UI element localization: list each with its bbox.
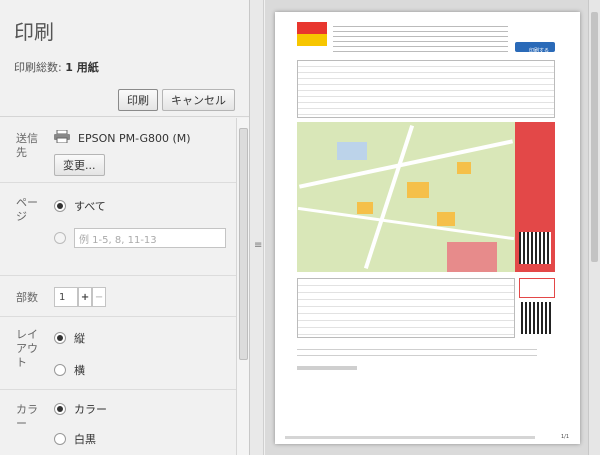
change-destination-button[interactable]: 変更... [54, 154, 105, 176]
preview-page-number: 1/1 [561, 434, 570, 440]
print-preview: 印刷する 1/1 [265, 0, 600, 455]
store-info-table [297, 278, 515, 338]
page-title: 印刷 [14, 20, 54, 44]
layout-label: レイアウト [16, 328, 38, 369]
printer-icon [54, 129, 70, 144]
settings-scrollbar[interactable] [236, 118, 249, 455]
landscape-label: 横 [74, 364, 85, 377]
copies-plus-button[interactable]: + [78, 287, 92, 307]
preview-mobile-box [519, 278, 555, 298]
copies-input[interactable]: 1 [54, 287, 78, 307]
copies-minus-button[interactable]: − [92, 287, 106, 307]
action-buttons: 印刷 キャンセル [118, 89, 235, 111]
hotpepper-logo-accent [297, 34, 327, 46]
pages-range-radio[interactable] [54, 232, 66, 244]
panel-splitter[interactable]: ≡ [250, 0, 264, 455]
color-label: カラー [16, 403, 38, 430]
print-button[interactable]: 印刷 [118, 89, 158, 111]
color-option-label: カラー [74, 403, 107, 416]
copies-label: 部数 [16, 291, 38, 304]
preview-print-link: 印刷する [515, 42, 555, 54]
preview-qr-code [519, 232, 551, 264]
pages-all-label: すべて [74, 200, 106, 213]
bw-option[interactable]: 白黒 [54, 431, 96, 447]
layout-section: レイアウト 縦 横 [0, 318, 236, 390]
preview-map [297, 122, 515, 272]
color-radio[interactable] [54, 403, 66, 415]
coupon-header-text [333, 22, 508, 52]
settings-scroll-area: 送信先 EPSON PM-G800 (M) 変更... ページ すべて 例 1-… [0, 118, 236, 455]
color-option[interactable]: カラー [54, 401, 107, 417]
pages-label: ページ [16, 196, 38, 223]
total-value: 1 用紙 [65, 61, 99, 74]
destination-section: 送信先 EPSON PM-G800 (M) 変更... [0, 118, 236, 183]
copies-stepper: 1 + − [54, 287, 106, 307]
pages-range-option[interactable]: 例 1-5, 8, 11-13 [54, 228, 226, 248]
copies-section: 部数 1 + − [0, 277, 236, 317]
color-section: カラー カラー 白黒 [0, 391, 236, 455]
destination-label: 送信先 [16, 132, 38, 159]
preview-email-line [297, 366, 357, 370]
bw-option-label: 白黒 [74, 433, 96, 446]
preview-footnote [297, 344, 537, 360]
preview-scrollbar-thumb[interactable] [591, 12, 598, 262]
pages-section: ページ すべて 例 1-5, 8, 11-13 [0, 184, 236, 276]
splitter-grip-icon: ≡ [254, 240, 263, 251]
pages-all-option[interactable]: すべて [54, 198, 106, 214]
total-label: 印刷総数: [14, 61, 62, 74]
page-range-input[interactable]: 例 1-5, 8, 11-13 [74, 228, 226, 248]
preview-url-footer [285, 436, 535, 439]
portrait-radio[interactable] [54, 332, 66, 344]
preview-qr-code-2 [521, 302, 553, 334]
coupon-table [297, 60, 555, 118]
landscape-radio[interactable] [54, 364, 66, 376]
settings-scrollbar-thumb[interactable] [239, 128, 248, 360]
portrait-label: 縦 [74, 332, 85, 345]
bw-radio[interactable] [54, 433, 66, 445]
cancel-button[interactable]: キャンセル [162, 89, 235, 111]
preview-page: 印刷する 1/1 [275, 12, 580, 444]
total-sheets: 印刷総数: 1 用紙 [14, 59, 235, 75]
print-settings-panel: 印刷 印刷総数: 1 用紙 印刷 キャンセル 送信先 EPSON PM-G800… [0, 0, 250, 455]
printer-name: EPSON PM-G800 (M) [78, 132, 191, 145]
portrait-option[interactable]: 縦 [54, 330, 85, 346]
preview-scrollbar[interactable] [588, 0, 600, 455]
print-header: 印刷 印刷総数: 1 用紙 印刷 キャンセル [0, 0, 249, 117]
landscape-option[interactable]: 横 [54, 362, 85, 378]
pages-all-radio[interactable] [54, 200, 66, 212]
